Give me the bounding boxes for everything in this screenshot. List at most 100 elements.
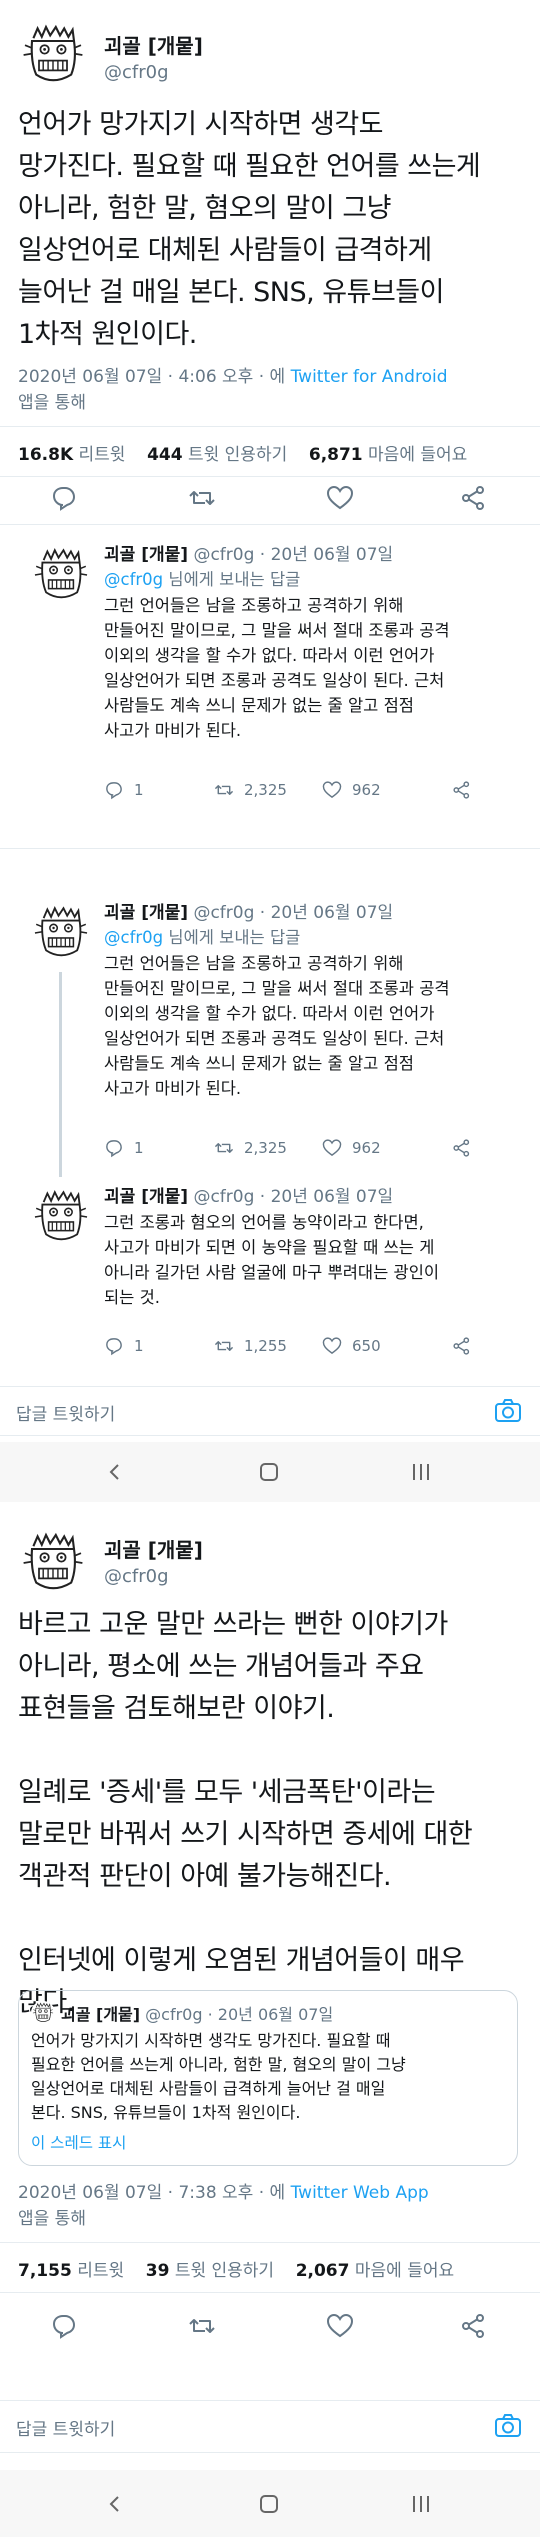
reply-action-like[interactable]: 650 — [322, 1336, 381, 1356]
divider — [0, 426, 540, 427]
reply-author-name[interactable]: 괴골 [개뭍] — [104, 903, 188, 923]
reply-handle-date[interactable]: @cfr0g · 20년 06월 07일 — [193, 1187, 393, 1207]
avatar[interactable] — [30, 544, 92, 606]
share-icon[interactable] — [460, 484, 488, 512]
nav-home-icon[interactable] — [258, 1461, 280, 1483]
reply-action-retweet[interactable]: 1,255 — [214, 1336, 287, 1356]
reply-composer-placeholder[interactable]: 답글 트윗하기 — [16, 2415, 115, 2440]
replying-to-handle[interactable]: @cfr0g — [104, 570, 163, 589]
divider — [0, 524, 540, 525]
share-icon[interactable] — [460, 2312, 488, 2340]
reply-action-like[interactable]: 962 — [322, 1138, 381, 1158]
like-count: 962 — [352, 781, 381, 799]
divider — [0, 1435, 540, 1436]
retweet-icon[interactable] — [214, 1138, 234, 1158]
avatar-doodle — [18, 20, 88, 90]
reply-composer[interactable]: 답글 트윗하기 — [0, 2402, 540, 2450]
divider — [0, 848, 540, 849]
divider — [0, 2292, 540, 2293]
reply-text: 그런 조롱과 혐오의 언어를 농약이라고 한다면, 사고가 마비가 되면 이 농… — [104, 1213, 440, 1307]
like-icon[interactable] — [322, 1336, 342, 1356]
reply-action-reply[interactable]: 1 — [104, 780, 144, 800]
reply-count: 1 — [134, 1337, 144, 1355]
replying-to-handle[interactable]: @cfr0g — [104, 928, 163, 947]
author-name[interactable]: 괴골 [개뭍] — [104, 30, 203, 59]
share-icon[interactable] — [452, 780, 472, 800]
author-handle[interactable]: @cfr0g — [104, 1566, 169, 1587]
retweet-icon[interactable] — [188, 2312, 216, 2340]
share-icon[interactable] — [452, 1336, 472, 1356]
nav-recent-icon[interactable] — [410, 1462, 432, 1482]
reply-action-reply[interactable]: 1 — [104, 1336, 144, 1356]
like-count: 650 — [352, 1337, 381, 1355]
reply-header: 괴골 [개뭍] @cfr0g · 20년 06월 07일 — [104, 898, 393, 923]
tweet-actions — [0, 478, 540, 518]
quoted-tweet[interactable]: 괴골 [개뭍] @cfr0g · 20년 06월 07일 언어가 망가지기 시작… — [18, 1990, 518, 2166]
share-icon[interactable] — [452, 1138, 472, 1158]
reply-icon[interactable] — [104, 780, 124, 800]
reply-handle-date[interactable]: @cfr0g · 20년 06월 07일 — [193, 903, 393, 923]
quoted-author-name: 괴골 [개뭍] — [61, 2005, 141, 2024]
tweet-client[interactable]: Twitter for Android — [291, 367, 448, 387]
avatar[interactable] — [18, 20, 88, 90]
nav-home-icon[interactable] — [258, 2493, 280, 2515]
reply-action-retweet[interactable]: 2,325 — [214, 1138, 287, 1158]
retweet-count[interactable]: 7,155 리트윗 — [18, 2261, 124, 2281]
reply-header: 괴골 [개뭍] @cfr0g · 20년 06월 07일 — [104, 1182, 393, 1207]
tweet-actions — [0, 2306, 540, 2346]
reply-author-name[interactable]: 괴골 [개뭍] — [104, 545, 188, 565]
tweet-client[interactable]: Twitter Web App — [291, 2183, 429, 2203]
quote-count[interactable]: 39 트윗 인용하기 — [146, 2261, 274, 2281]
retweet-icon[interactable] — [214, 780, 234, 800]
avatar-doodle — [30, 902, 92, 964]
tweet-via: 앱을 통해 — [18, 393, 86, 413]
like-count[interactable]: 6,871 마음에 들어요 — [309, 445, 467, 465]
author-handle[interactable]: @cfr0g — [104, 62, 169, 83]
retweet-count[interactable]: 16.8K 리트윗 — [18, 445, 125, 465]
retweet-icon[interactable] — [214, 1336, 234, 1356]
reply-action-retweet[interactable]: 2,325 — [214, 780, 287, 800]
like-count[interactable]: 2,067 마음에 들어요 — [296, 2261, 454, 2281]
quoted-handle-date: @cfr0g · 20년 06월 07일 — [145, 2005, 334, 2024]
system-nav-bar — [0, 2470, 540, 2537]
like-icon[interactable] — [326, 2312, 354, 2340]
tweet-timestamp: 2020년 06월 07일 · 7:38 오후 · 에 Twitter Web … — [18, 2180, 528, 2232]
nav-back-icon[interactable] — [105, 1462, 125, 1482]
nav-back-icon[interactable] — [105, 2494, 125, 2514]
reply-icon[interactable] — [50, 484, 78, 512]
retweet-icon[interactable] — [188, 484, 216, 512]
tweet-date[interactable]: 2020년 06월 07일 · 7:38 오후 · 에 — [18, 2183, 285, 2203]
quote-count[interactable]: 444 트윗 인용하기 — [147, 445, 287, 465]
like-icon[interactable] — [322, 1138, 342, 1158]
reply-count: 1 — [134, 781, 144, 799]
reply-composer-placeholder[interactable]: 답글 트윗하기 — [16, 1400, 115, 1425]
camera-icon[interactable] — [494, 1398, 522, 1424]
camera-icon[interactable] — [494, 2413, 522, 2439]
tweet-via: 앱을 통해 — [18, 2209, 86, 2229]
quoted-text: 언어가 망가지기 시작하면 생각도 망가진다. 필요할 때 필요한 언어를 쓰는… — [31, 2031, 406, 2122]
like-icon[interactable] — [326, 484, 354, 512]
replying-to: @cfr0g 님에게 보내는 답글 — [104, 566, 300, 590]
reply-author-name[interactable]: 괴골 [개뭍] — [104, 1187, 188, 1207]
reply-action-like[interactable]: 962 — [322, 780, 381, 800]
avatar — [31, 2001, 55, 2025]
tweet-date[interactable]: 2020년 06월 07일 · 4:06 오후 · 에 — [18, 367, 285, 387]
reply-action-reply[interactable]: 1 — [104, 1138, 144, 1158]
avatar[interactable] — [30, 902, 92, 964]
show-thread-link[interactable]: 이 스레드 표시 — [31, 2131, 126, 2153]
reply-icon[interactable] — [50, 2312, 78, 2340]
divider — [0, 476, 540, 477]
avatar[interactable] — [18, 1528, 88, 1598]
reply-icon[interactable] — [104, 1336, 124, 1356]
reply-handle-date[interactable]: @cfr0g · 20년 06월 07일 — [193, 545, 393, 565]
reply-icon[interactable] — [104, 1138, 124, 1158]
replying-to-label: 님에게 보내는 답글 — [168, 570, 301, 589]
reply-count: 1 — [134, 1139, 144, 1157]
tweet-text: 언어가 망가지기 시작하면 생각도 망가진다. 필요할 때 필요한 언어를 쓰는… — [18, 109, 481, 350]
nav-recent-icon[interactable] — [410, 2494, 432, 2514]
reply-composer[interactable]: 답글 트윗하기 — [0, 1387, 540, 1435]
avatar[interactable] — [30, 1186, 92, 1248]
divider — [0, 2452, 540, 2453]
author-name[interactable]: 괴골 [개뭍] — [104, 1534, 203, 1563]
like-icon[interactable] — [322, 780, 342, 800]
